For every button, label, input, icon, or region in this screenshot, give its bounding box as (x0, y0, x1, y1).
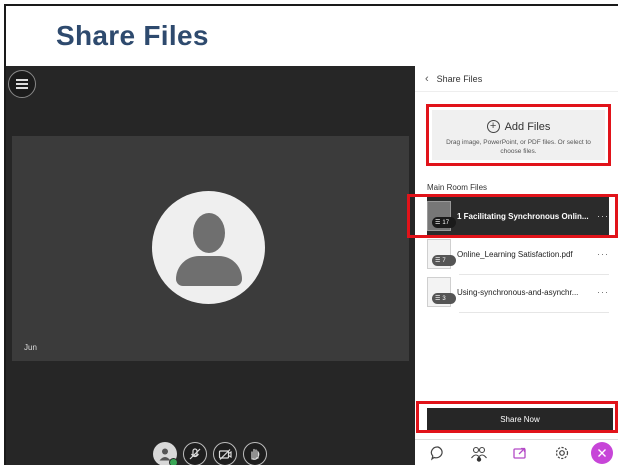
avatar-head (193, 213, 225, 253)
status-online-dot (169, 458, 178, 465)
add-files-label: Add Files (504, 120, 551, 133)
file-thumbnail: ☰ 7 (427, 239, 456, 269)
chat-icon (430, 445, 443, 461)
avatar (152, 191, 265, 304)
slide-title: Share Files (56, 20, 209, 51)
add-files-description: Drag image, PowerPoint, or PDF files. Or… (446, 139, 591, 155)
slide-count-badge: ☰ 7 (432, 255, 456, 266)
video-stage: Jun (6, 66, 415, 465)
participant-name: Jun (24, 343, 37, 352)
more-options-icon[interactable]: ··· (597, 287, 609, 297)
close-panel-button[interactable] (591, 441, 614, 464)
slide-count-badge: ☰ 3 (432, 293, 456, 304)
panel-title: Share Files (436, 73, 483, 84)
share-files-panel: ‹ Share Files + Add Files Drag image, Po… (407, 66, 618, 465)
add-files-title-row: + Add Files (432, 120, 605, 133)
collaborate-panel-nav (415, 439, 618, 465)
participant-tile (12, 136, 409, 361)
my-status-button[interactable] (153, 442, 178, 465)
hand-raise-icon (251, 448, 260, 460)
mic-off-icon (189, 448, 201, 460)
microphone-button[interactable] (183, 442, 207, 465)
layers-icon: ☰ (435, 296, 441, 302)
raise-hand-button[interactable] (243, 442, 267, 465)
plus-circle-icon: + (486, 120, 500, 133)
section-label: Main Room Files (427, 183, 488, 192)
add-files-dropzone-highlight: + Add Files Drag image, PowerPoint, or P… (426, 104, 611, 166)
close-icon (598, 448, 607, 457)
session-controls (153, 442, 267, 465)
settings-tab[interactable] (550, 441, 574, 465)
file-item-2[interactable]: ☰ 7 Online_Learning Satisfaction.pdf ··· (427, 235, 609, 273)
add-files-dropzone[interactable]: + Add Files Drag image, PowerPoint, or P… (432, 110, 605, 160)
camera-off-icon (218, 449, 232, 460)
share-content-icon (513, 447, 527, 459)
participants-tab[interactable] (467, 441, 491, 465)
file-name: Using-synchronous-and-asynchr... (457, 287, 579, 297)
layers-icon: ☰ (435, 258, 441, 264)
row-divider (459, 312, 609, 313)
panel-header: ‹ Share Files (415, 66, 618, 92)
file-name: Online_Learning Satisfaction.pdf (457, 249, 573, 259)
settings-icon (555, 446, 568, 459)
file-item-3[interactable]: ☰ 3 Using-synchronous-and-asynchr... ··· (427, 273, 609, 311)
more-options-icon[interactable]: ··· (597, 249, 609, 259)
hamburger-icon (16, 83, 28, 85)
share-now-button[interactable]: Share Now (427, 408, 613, 430)
active-file-highlight (407, 194, 618, 238)
chevron-left-icon[interactable]: ‹ (425, 73, 429, 85)
participants-icon (471, 446, 488, 462)
share-content-tab[interactable] (508, 441, 532, 465)
camera-button[interactable] (213, 442, 237, 465)
chat-tab[interactable] (426, 441, 450, 465)
avatar-body (176, 256, 242, 286)
session-menu-button[interactable] (8, 70, 36, 98)
file-thumbnail: ☰ 3 (427, 277, 456, 307)
